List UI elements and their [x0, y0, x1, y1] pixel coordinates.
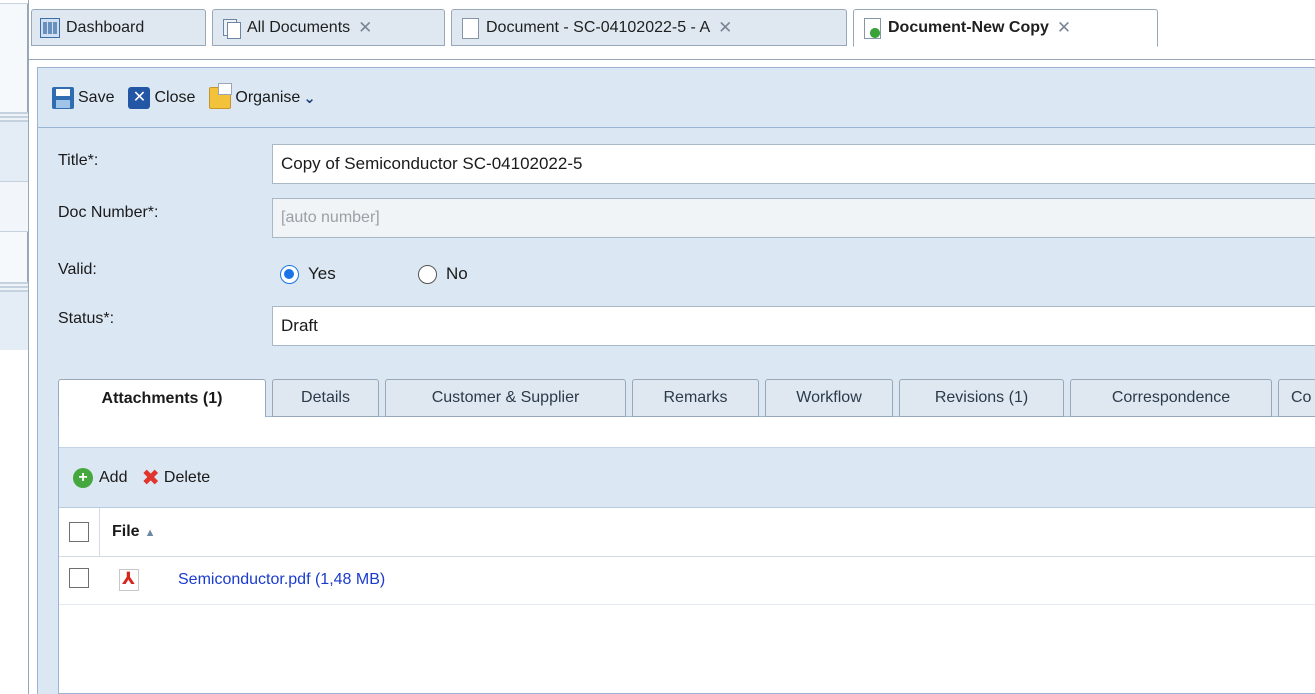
- file-column-header[interactable]: File ▲: [112, 523, 155, 541]
- organise-label: Organise: [235, 88, 301, 106]
- attachments-toolbar: + Add ✖ Delete: [59, 447, 1315, 508]
- plus-circle-icon: +: [73, 467, 93, 488]
- tab-label: Dashboard: [66, 18, 145, 36]
- background-splitter: [0, 112, 28, 122]
- valid-label: Valid:: [58, 261, 97, 278]
- tab-label: Document-New Copy: [888, 19, 1049, 36]
- tab-document-sc-04102022-5[interactable]: Document - SC-04102022-5 - A ✕: [451, 9, 847, 46]
- background-row: [0, 0, 28, 4]
- tab-workflow[interactable]: Workflow: [765, 379, 893, 417]
- status-field[interactable]: Draft: [272, 306, 1315, 346]
- tab-truncated[interactable]: Co: [1278, 379, 1315, 417]
- background-window: [0, 0, 28, 350]
- pdf-icon: [119, 569, 139, 591]
- document-form: Title*: Copy of Semiconductor SC-0410202…: [37, 128, 1315, 694]
- close-box-icon: ✕: [128, 86, 151, 109]
- save-button[interactable]: Save: [52, 86, 115, 109]
- document-icon: [460, 17, 480, 39]
- status-label: Status*:: [58, 310, 115, 327]
- radio-unselected-icon: [418, 264, 437, 284]
- folder-icon: [209, 82, 233, 109]
- delete-x-icon: ✖: [141, 464, 160, 490]
- row-checkbox[interactable]: [69, 568, 89, 588]
- organise-menu-button[interactable]: Organise ⌄: [209, 82, 316, 109]
- status-row: Status*: Draft: [38, 306, 1315, 348]
- documents-icon: [221, 18, 241, 39]
- attachments-grid-header: File ▲: [59, 508, 1315, 557]
- radio-selected-icon: [280, 264, 299, 284]
- sort-ascending-icon: ▲: [144, 527, 156, 539]
- save-icon: [52, 86, 74, 109]
- close-button[interactable]: ✕ Close: [128, 86, 196, 109]
- column-divider: [99, 508, 100, 557]
- title-label: Title*:: [58, 152, 99, 169]
- delete-label: Delete: [163, 468, 211, 486]
- tab-remarks[interactable]: Remarks: [632, 379, 759, 417]
- tab-revisions[interactable]: Revisions (1): [899, 379, 1064, 417]
- tab-customer-supplier[interactable]: Customer & Supplier: [385, 379, 626, 417]
- tab-bar: Dashboard All Documents ✕ Document - SC-…: [29, 0, 1315, 60]
- new-document-icon: [862, 18, 882, 39]
- valid-row: Valid: Yes No: [38, 258, 1315, 298]
- doc-number-row: Doc Number*: [auto number]: [38, 198, 1315, 242]
- background-row: [0, 182, 28, 232]
- add-label: Add: [99, 468, 128, 486]
- add-attachment-button[interactable]: + Add: [73, 467, 128, 488]
- table-row[interactable]: Semiconductor.pdf (1,48 MB): [59, 557, 1315, 605]
- radio-label: Yes: [308, 264, 336, 283]
- chevron-down-icon: ⌄: [303, 89, 316, 107]
- select-all-checkbox[interactable]: [69, 522, 89, 542]
- background-row: [0, 292, 28, 350]
- dashboard-icon: [40, 17, 60, 38]
- close-icon[interactable]: ✕: [1057, 18, 1071, 38]
- close-icon[interactable]: ✕: [358, 18, 372, 38]
- tab-label: All Documents: [247, 18, 351, 36]
- doc-number-field: [auto number]: [272, 198, 1315, 238]
- tab-document-new-copy[interactable]: Document-New Copy ✕: [853, 9, 1158, 47]
- save-label: Save: [78, 88, 115, 106]
- attachments-panel: + Add ✖ Delete File ▲ Semiconductor.pdf (…: [58, 417, 1315, 694]
- attachment-file-link[interactable]: Semiconductor.pdf (1,48 MB): [178, 571, 385, 589]
- radio-label: No: [446, 264, 468, 283]
- tab-dashboard[interactable]: Dashboard: [31, 9, 206, 46]
- background-row: [0, 122, 28, 182]
- tab-attachments[interactable]: Attachments (1): [58, 379, 266, 418]
- tab-correspondence[interactable]: Correspondence: [1070, 379, 1272, 417]
- title-row: Title*: Copy of Semiconductor SC-0410202…: [38, 144, 1315, 184]
- tab-label: Document - SC-04102022-5 - A: [486, 18, 711, 36]
- tab-all-documents[interactable]: All Documents ✕: [212, 9, 445, 46]
- tab-details[interactable]: Details: [272, 379, 379, 417]
- document-window: Dashboard All Documents ✕ Document - SC-…: [28, 0, 1315, 694]
- document-toolbar: Save ✕ Close Organise ⌄: [37, 67, 1315, 128]
- title-field[interactable]: Copy of Semiconductor SC-04102022-5: [272, 144, 1315, 184]
- close-icon[interactable]: ✕: [718, 18, 732, 38]
- delete-attachment-button[interactable]: ✖ Delete: [141, 464, 211, 490]
- valid-yes-radio[interactable]: Yes: [280, 264, 336, 284]
- valid-no-radio[interactable]: No: [418, 264, 468, 284]
- file-column-label: File: [112, 523, 140, 540]
- doc-number-label: Doc Number*:: [58, 204, 159, 221]
- background-splitter: [0, 282, 28, 292]
- document-detail-tabs: Attachments (1) Details Customer & Suppl…: [58, 377, 1315, 418]
- close-label: Close: [154, 88, 196, 106]
